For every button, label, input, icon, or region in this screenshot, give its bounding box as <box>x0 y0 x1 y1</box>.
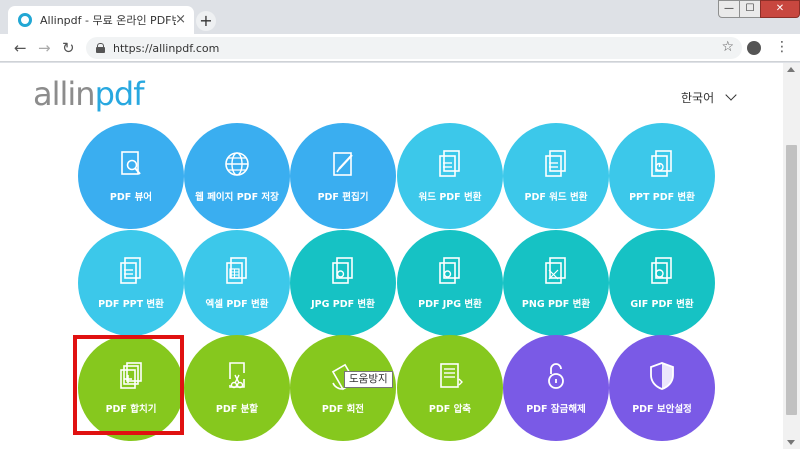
tooltip: 도움방지 <box>344 371 393 388</box>
language-selector[interactable]: 한국어 <box>681 89 714 106</box>
lock-icon[interactable] <box>96 43 105 53</box>
doc-icon <box>120 257 141 284</box>
tool-label: 엑셀 PDF 변환 <box>205 299 269 310</box>
tool-button[interactable]: PDF 분할 <box>184 335 290 441</box>
tool-button[interactable]: PDF 회전 <box>290 335 396 441</box>
maximize-button[interactable]: ☐ <box>739 0 761 18</box>
address-bar[interactable]: https://allinpdf.com ☆ <box>86 37 742 59</box>
site-logo[interactable]: allinpdf <box>33 75 145 113</box>
tool-button[interactable]: PPT PDF 변환 <box>609 123 715 229</box>
grid-doc-icon <box>545 257 566 284</box>
chart-doc-icon <box>651 150 672 177</box>
pencil-doc-icon <box>333 152 353 176</box>
tool-label: GIF PDF 변환 <box>630 299 694 310</box>
tool-label: PDF PPT 변환 <box>98 299 164 310</box>
tool-button[interactable]: GIF PDF 변환 <box>609 230 715 336</box>
compress-doc-icon <box>440 363 463 388</box>
tool-label: PDF 보안설정 <box>632 404 692 415</box>
logo-text-allin: allin <box>33 75 96 113</box>
tool-label: 웹 페이지 PDF 저장 <box>195 192 279 203</box>
tool-button[interactable]: 웹 페이지 PDF 저장 <box>184 123 290 229</box>
tool-button[interactable]: PDF 보안설정 <box>609 335 715 441</box>
tool-label: JPG PDF 변환 <box>311 299 375 310</box>
scroll-up-icon[interactable] <box>787 67 795 72</box>
reload-icon[interactable]: ↻ <box>62 38 75 58</box>
tool-button[interactable]: PDF 잠금해제 <box>503 335 609 441</box>
tool-label: PDF 회전 <box>321 404 365 415</box>
globe-icon <box>225 152 249 176</box>
tool-label: PDF JPG 변환 <box>418 299 482 310</box>
tool-button[interactable]: PDF 워드 변환 <box>503 123 609 229</box>
logo-text-pdf: pdf <box>94 75 145 113</box>
tab-strip: Allinpdf - 무료 온라인 PDF변환 × + — ☐ ✕ <box>0 0 800 34</box>
unlock-icon <box>548 363 564 389</box>
account-icon[interactable] <box>747 41 761 55</box>
tool-button[interactable]: PDF 편집기 <box>290 123 396 229</box>
tab-close-icon[interactable]: × <box>175 12 186 28</box>
tool-button[interactable]: PDF 뷰어 <box>78 123 184 229</box>
new-tab-button[interactable]: + <box>196 11 216 31</box>
highlight-box <box>73 335 184 435</box>
back-icon[interactable]: ← <box>14 38 27 58</box>
tool-button[interactable]: 워드 PDF 변환 <box>397 123 503 229</box>
forward-icon[interactable]: → <box>38 38 51 58</box>
browser-tab[interactable]: Allinpdf - 무료 온라인 PDF변환 × <box>8 6 194 34</box>
vertical-scrollbar[interactable] <box>783 63 800 449</box>
browser-window: Allinpdf - 무료 온라인 PDF변환 × + — ☐ ✕ ← → ↻ … <box>0 0 800 449</box>
tool-label: PDF 잠금해제 <box>526 404 586 415</box>
url-text[interactable]: https://allinpdf.com <box>113 42 219 55</box>
tool-label: PDF 뷰어 <box>109 192 153 203</box>
doc-icon <box>439 150 460 177</box>
tool-button[interactable]: JPG PDF 변환 <box>290 230 396 336</box>
tool-label: PDF 워드 변환 <box>524 192 588 203</box>
favicon-icon <box>18 13 32 27</box>
tool-label: 워드 PDF 변환 <box>418 192 482 203</box>
shield-icon <box>650 362 674 390</box>
magnifier-doc-icon <box>121 151 141 175</box>
tool-button[interactable]: PDF PPT 변환 <box>78 230 184 336</box>
browser-toolbar: ← → ↻ https://allinpdf.com ☆ ⋮ <box>0 34 800 62</box>
tool-button[interactable]: 엑셀 PDF 변환 <box>184 230 290 336</box>
sheet-doc-icon <box>226 257 247 284</box>
gif-doc-icon <box>651 257 672 284</box>
page-viewport: allinpdf 한국어 PDF 뷰어 웹 페이지 PDF 저장 PDF 편집기 워드… <box>0 63 783 449</box>
image-doc-icon <box>332 257 353 284</box>
scroll-down-icon[interactable] <box>787 440 795 445</box>
browser-menu-icon[interactable]: ⋮ <box>775 39 789 55</box>
tool-label: PPT PDF 변환 <box>629 192 695 203</box>
doc-icon <box>545 150 566 177</box>
tool-label: PDF 분할 <box>215 404 259 415</box>
tool-button[interactable]: PDF 압축 <box>397 335 503 441</box>
tool-button[interactable]: PNG PDF 변환 <box>503 230 609 336</box>
tool-label: PDF 압축 <box>428 404 472 415</box>
tool-label: PNG PDF 변환 <box>521 299 591 310</box>
scroll-thumb[interactable] <box>786 145 797 415</box>
tool-button[interactable]: PDF JPG 변환 <box>397 230 503 336</box>
image-doc-icon <box>439 257 460 284</box>
chevron-down-icon[interactable] <box>725 89 737 101</box>
tab-title: Allinpdf - 무료 온라인 PDF변환 <box>40 14 176 27</box>
scissors-doc-icon <box>229 362 245 389</box>
bookmark-star-icon[interactable]: ☆ <box>721 39 734 55</box>
close-window-button[interactable]: ✕ <box>760 0 800 18</box>
minimize-button[interactable]: — <box>718 0 740 18</box>
tool-label: PDF 편집기 <box>317 192 369 203</box>
